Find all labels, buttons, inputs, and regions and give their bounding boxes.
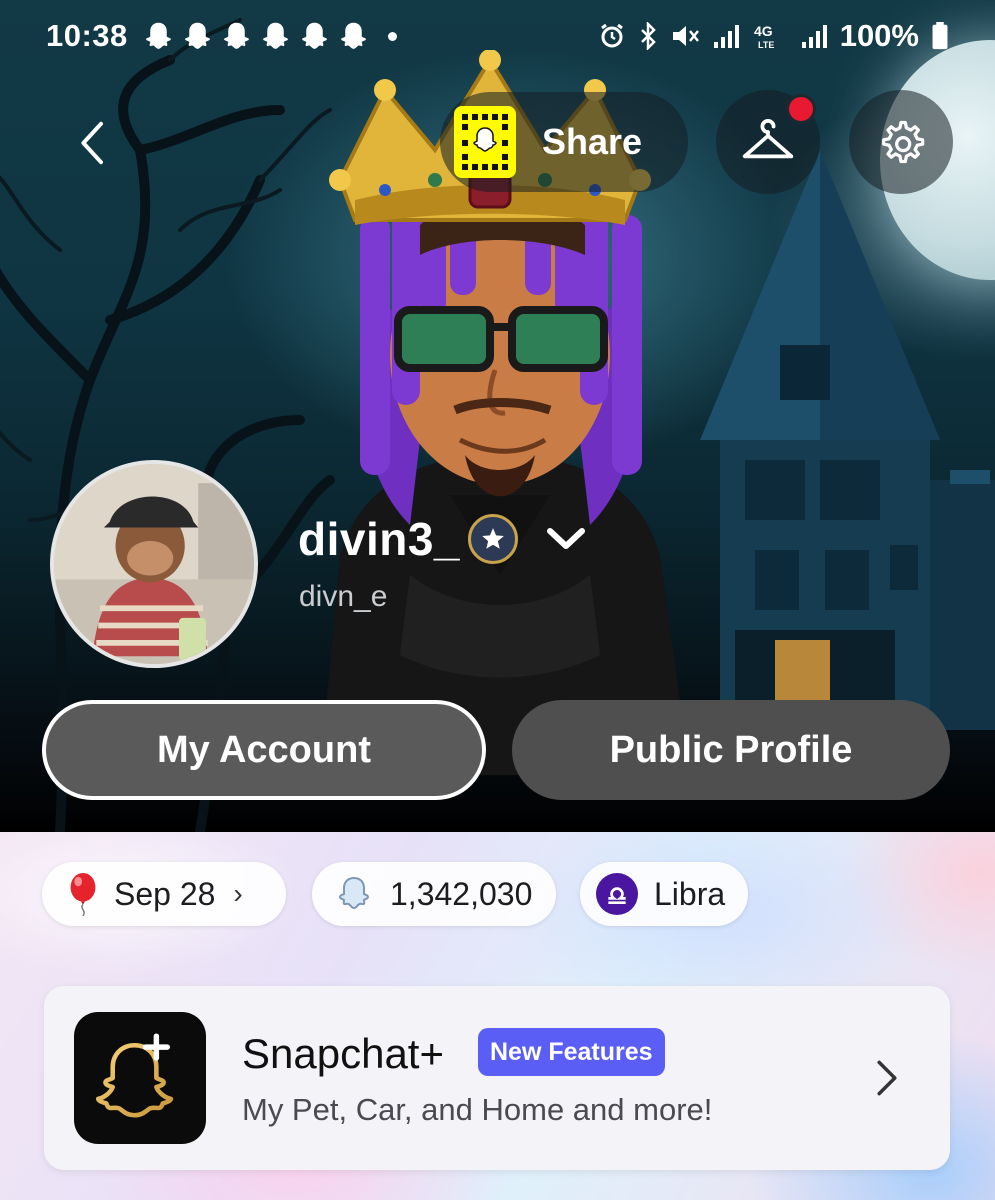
- snapchat-plus-title: Snapchat+: [242, 1030, 445, 1077]
- ghost-icon: [145, 22, 171, 49]
- signal-icon: [713, 25, 739, 48]
- mute-icon: [672, 26, 699, 46]
- ghost-icon: [223, 22, 249, 49]
- chevron-right-icon: ›: [233, 878, 243, 909]
- notification-dot: [786, 94, 816, 124]
- public-profile-button[interactable]: Public Profile: [512, 700, 950, 800]
- zodiac-chip[interactable]: Libra: [580, 862, 748, 926]
- svg-text:LTE: LTE: [758, 40, 774, 50]
- battery-icon: [932, 22, 948, 50]
- display-name: divin3_: [298, 513, 461, 565]
- snap-score-chip[interactable]: 1,342,030: [312, 862, 556, 926]
- ghost-icon: [340, 22, 366, 49]
- profile-header: 10:38 4G LTE 100% Share divin3_ divn_e M…: [0, 0, 995, 832]
- balloon-icon: [68, 872, 98, 916]
- settings-button[interactable]: [849, 90, 953, 194]
- status-icons: 4G LTE 100%: [598, 18, 949, 54]
- snap-score-text: 1,342,030: [390, 875, 533, 912]
- haunted-house: [700, 150, 995, 730]
- my-account-button[interactable]: My Account: [42, 700, 486, 800]
- ghost-icon: [334, 874, 374, 914]
- display-name-row[interactable]: divin3_: [298, 512, 586, 566]
- battery-percent: 100%: [839, 18, 919, 53]
- profile-details: Sep 28 › 1,342,030 Libra Snapchat+ New F…: [0, 832, 995, 1200]
- star-badge-icon: [468, 514, 519, 564]
- snapchat-plus-card[interactable]: Snapchat+ New Features My Pet, Car, and …: [44, 986, 950, 1170]
- chevron-down-icon[interactable]: [546, 526, 586, 552]
- ghost-icon: [301, 22, 327, 49]
- snapchat-plus-subtitle: My Pet, Car, and Home and more!: [242, 1092, 713, 1127]
- hanger-icon: [742, 118, 794, 158]
- share-label: Share: [542, 121, 643, 162]
- share-button[interactable]: Share: [440, 92, 688, 192]
- svg-text:4G: 4G: [754, 23, 773, 39]
- network-type-icon: 4GLTE: [754, 23, 774, 50]
- notification-icons: [142, 20, 370, 53]
- zodiac-text: Libra: [654, 875, 726, 912]
- ghost-icon: [262, 22, 288, 49]
- bluetooth-icon: [640, 22, 656, 50]
- chevron-left-icon: [81, 121, 103, 165]
- alarm-icon: [600, 23, 623, 48]
- signal-icon: [801, 25, 827, 48]
- ghost-icon: [184, 22, 210, 49]
- more-notifications-dot: [387, 31, 397, 41]
- birthday-chip[interactable]: Sep 28 ›: [42, 862, 286, 926]
- libra-icon: [596, 873, 638, 915]
- username: divn_e: [299, 580, 388, 613]
- new-features-badge: New Features: [478, 1028, 665, 1076]
- profile-photo-image: [54, 464, 254, 664]
- status-bar: 10:38 4G LTE 100%: [0, 0, 995, 72]
- snapcode-icon: [454, 106, 516, 178]
- gear-icon: [882, 120, 925, 164]
- chevron-right-icon: [877, 1060, 897, 1096]
- status-time: 10:38: [46, 18, 128, 53]
- snapchat-plus-app-icon: [74, 1012, 206, 1144]
- birthday-text: Sep 28: [114, 875, 216, 912]
- profile-photo[interactable]: [50, 460, 258, 668]
- back-button[interactable]: [58, 100, 128, 186]
